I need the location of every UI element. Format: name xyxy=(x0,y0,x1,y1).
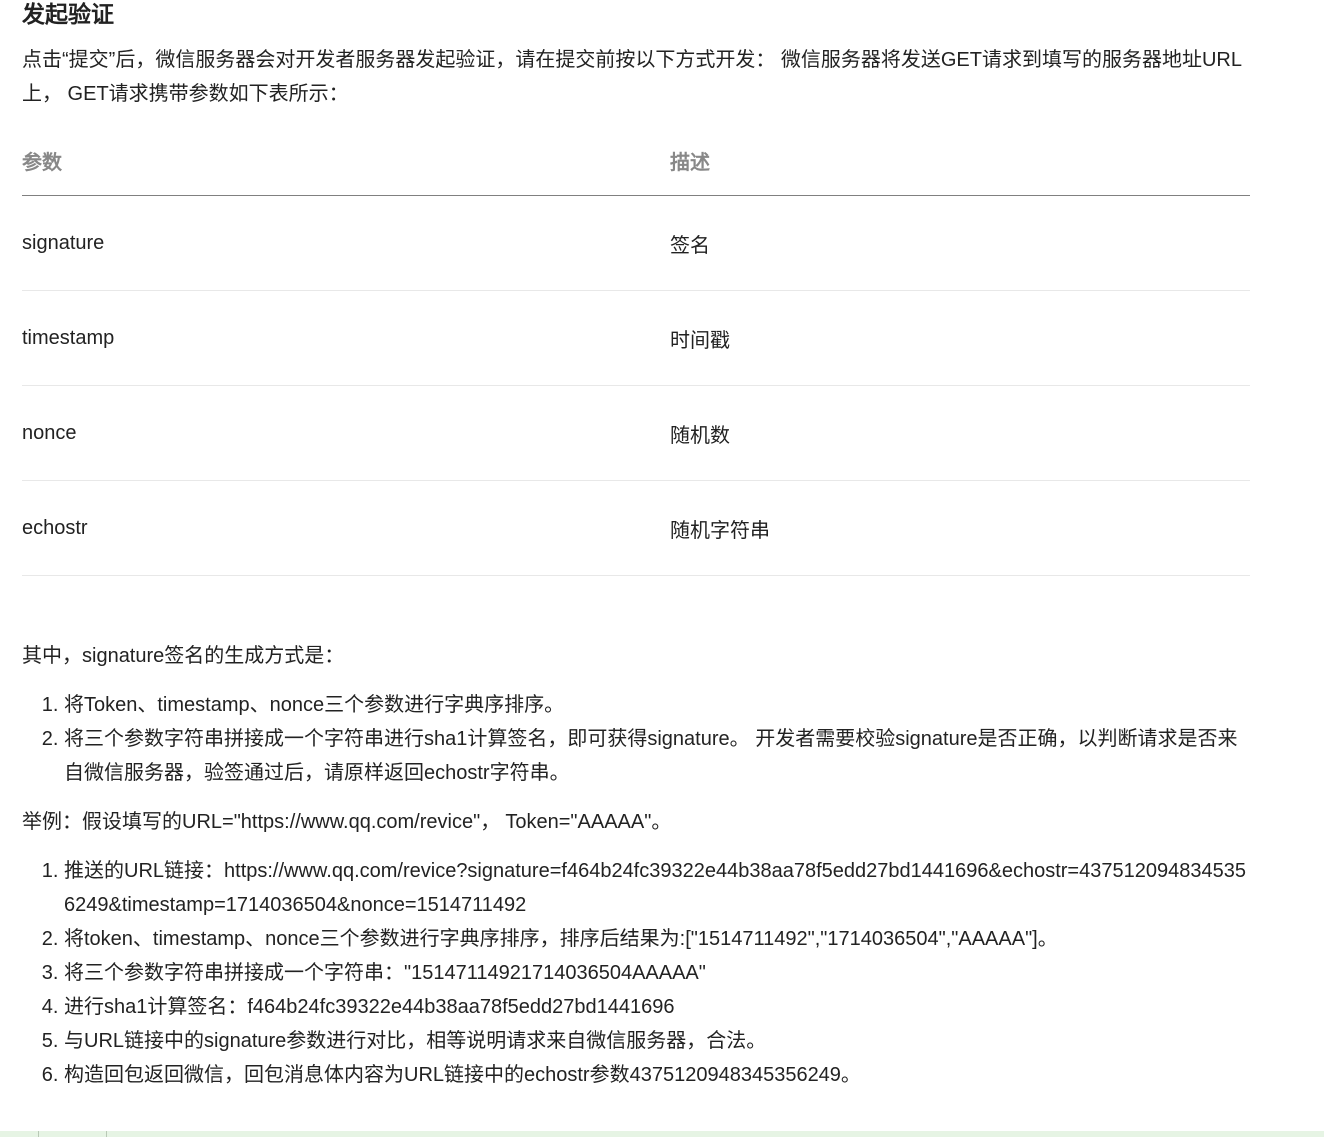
bottom-bar-divider xyxy=(106,1131,107,1137)
list-item: 与URL链接中的signature参数进行对比，相等说明请求来自微信服务器，合法… xyxy=(64,1024,1250,1058)
list-item: 进行sha1计算签名：f464b24fc39322e44b38aa78f5edd… xyxy=(64,990,1250,1024)
list-item: 将token、timestamp、nonce三个参数进行字典序排序，排序后结果为… xyxy=(64,922,1250,956)
param-cell: echostr xyxy=(22,480,670,576)
param-cell: timestamp xyxy=(22,290,670,386)
document-content: 发起验证 点击“提交”后，微信服务器会对开发者服务器发起验证，请在提交前按以下方… xyxy=(22,0,1250,1092)
example-intro: 举例：假设填写的URL="https://www.qq.com/revice"，… xyxy=(22,811,672,833)
intro-paragraph: 点击“提交”后，微信服务器会对开发者服务器发起验证，请在提交前按以下方式开发： … xyxy=(22,49,1242,105)
bottom-bar xyxy=(0,1131,1324,1137)
column-header-desc: 描述 xyxy=(670,126,1250,196)
desc-cell: 签名 xyxy=(670,195,1250,291)
list-item: 构造回包返回微信，回包消息体内容为URL链接中的echostr参数4375120… xyxy=(64,1058,1250,1092)
param-cell: signature xyxy=(22,195,670,291)
params-table: 参数 描述 signature 签名 timestamp 时间戳 nonce 随… xyxy=(22,126,1250,576)
table-row: nonce 随机数 xyxy=(22,385,1250,481)
example-steps-list: 推送的URL链接：https://www.qq.com/revice?signa… xyxy=(22,854,1250,1092)
signature-steps-list: 将Token、timestamp、nonce三个参数进行字典序排序。 将三个参数… xyxy=(22,688,1250,790)
table-row: signature 签名 xyxy=(22,195,1250,291)
column-header-param: 参数 xyxy=(22,126,670,196)
list-item: 将Token、timestamp、nonce三个参数进行字典序排序。 xyxy=(64,688,1250,722)
bottom-bar-divider xyxy=(38,1131,39,1137)
table-row: timestamp 时间戳 xyxy=(22,290,1250,386)
list-item: 推送的URL链接：https://www.qq.com/revice?signa… xyxy=(64,854,1250,922)
list-item: 将三个参数字符串拼接成一个字符串进行sha1计算签名，即可获得signature… xyxy=(64,722,1250,790)
table-header-row: 参数 描述 xyxy=(22,126,1250,196)
desc-cell: 时间戳 xyxy=(670,290,1250,386)
section-title: 发起验证 xyxy=(22,1,114,27)
param-cell: nonce xyxy=(22,385,670,481)
desc-cell: 随机字符串 xyxy=(670,480,1250,576)
list-item: 将三个参数字符串拼接成一个字符串："15147114921714036504AA… xyxy=(64,956,1250,990)
table-row: echostr 随机字符串 xyxy=(22,480,1250,576)
signature-intro: 其中，signature签名的生成方式是： xyxy=(22,645,345,667)
desc-cell: 随机数 xyxy=(670,385,1250,481)
